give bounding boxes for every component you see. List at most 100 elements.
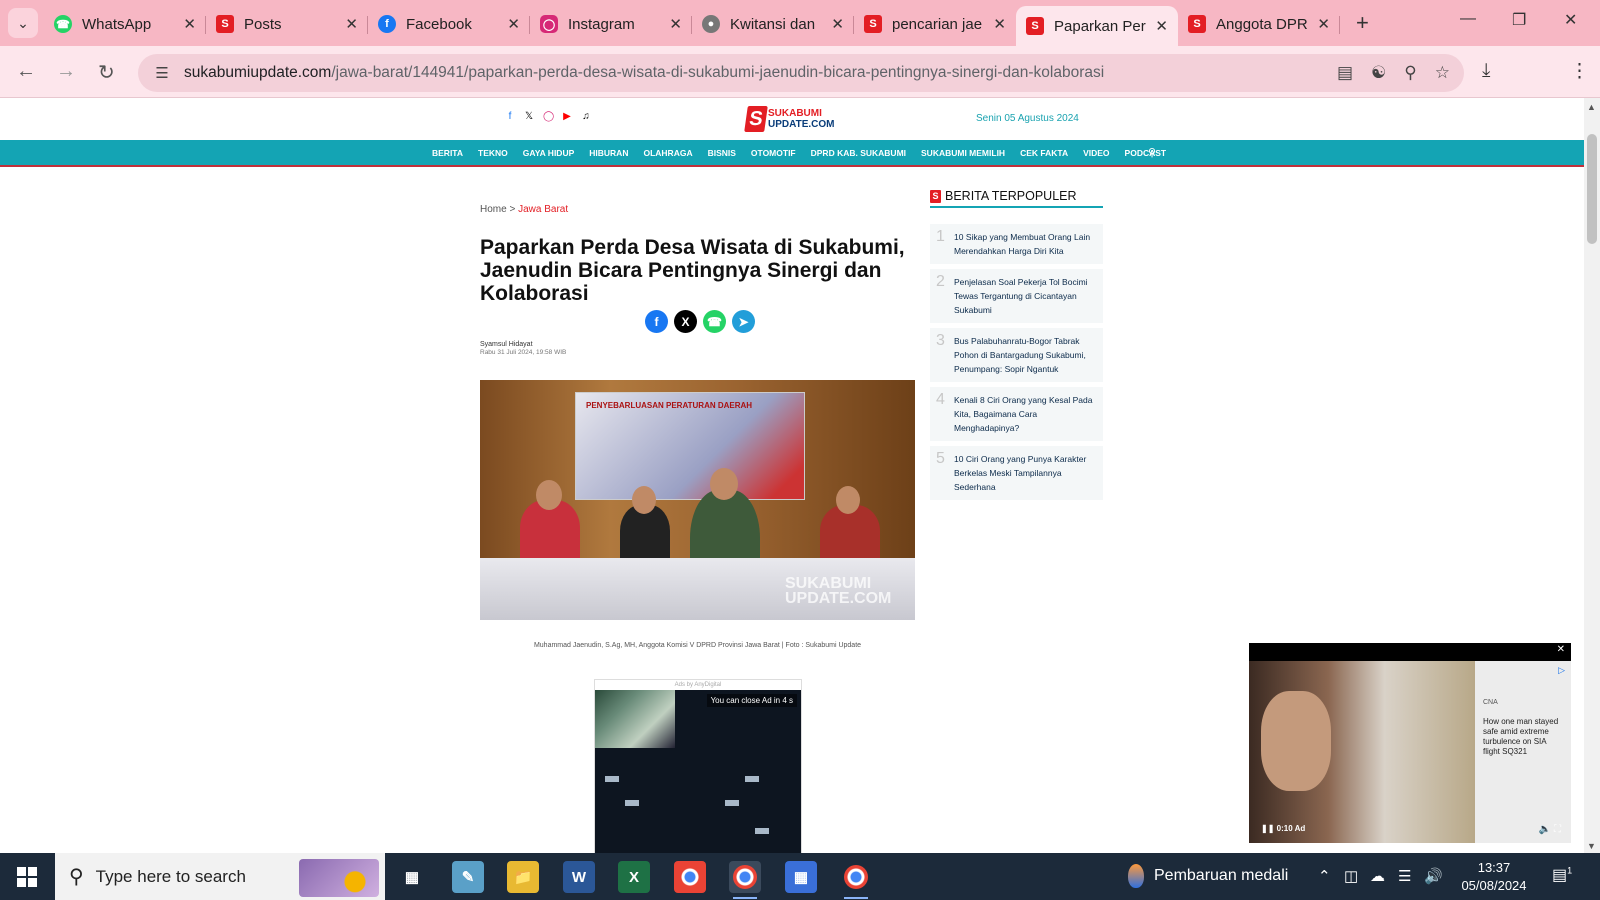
tab-posts[interactable]: S Posts ✕ xyxy=(206,6,368,42)
nav-video[interactable]: VIDEO xyxy=(1083,148,1109,158)
reload-button[interactable]: ↻ xyxy=(98,60,115,85)
nav-hiburan[interactable]: HIBURAN xyxy=(589,148,628,158)
nav-olahraga[interactable]: OLAHRAGA xyxy=(643,148,692,158)
nav-tekno[interactable]: TEKNO xyxy=(478,148,508,158)
tab-paparkan[interactable]: S Paparkan Per ✕ xyxy=(1016,6,1178,46)
install-app-icon[interactable]: ▤ xyxy=(1337,63,1353,83)
nav-otomotif[interactable]: OTOMOTIF xyxy=(751,148,796,158)
menu-kebab-icon[interactable]: ⋮ xyxy=(1570,60,1589,83)
telegram-share-icon[interactable]: ➤ xyxy=(732,310,755,333)
chrome-icon[interactable] xyxy=(674,861,706,893)
breadcrumb-home[interactable]: Home xyxy=(480,204,507,215)
x-share-icon[interactable]: X xyxy=(674,310,697,333)
mute-icon[interactable]: 🔈 xyxy=(1539,824,1551,835)
task-view-icon[interactable]: ▦ xyxy=(396,861,428,893)
weather-notification[interactable]: Pembaruan medali xyxy=(1128,864,1288,888)
ad-image[interactable]: You can close Ad in 4 s xyxy=(595,690,801,853)
new-tab-button[interactable]: + xyxy=(1356,10,1369,36)
popular-item[interactable]: 2 Penjelasan Soal Pekerja Tol Bocimi Tewa… xyxy=(930,269,1103,323)
tab-instagram[interactable]: ◯ Instagram ✕ xyxy=(530,6,692,42)
instagram-icon[interactable]: ◯ xyxy=(543,112,554,122)
x-icon[interactable]: 𝕏 xyxy=(524,112,534,122)
calculator-icon[interactable]: ▦ xyxy=(785,861,817,893)
facebook-icon[interactable]: f xyxy=(505,112,515,122)
nav-berita[interactable]: BERITA xyxy=(432,148,463,158)
tab-anggota[interactable]: S Anggota DPR ✕ xyxy=(1178,6,1340,42)
article-author[interactable]: Syamsul Hidayat xyxy=(480,341,533,348)
vertical-scrollbar[interactable]: ▲ ▼ xyxy=(1584,98,1600,853)
popular-item[interactable]: 4 Kenali 8 Ciri Orang yang Kesal Pada Kit… xyxy=(930,387,1103,441)
chevron-up-icon[interactable]: ⌃ xyxy=(1318,867,1331,885)
nav-cek-fakta[interactable]: CEK FAKTA xyxy=(1020,148,1068,158)
search-icon[interactable]: ⚲ xyxy=(1148,146,1156,159)
pause-icon[interactable]: ❚❚ xyxy=(1261,824,1274,833)
site-logo[interactable]: S SUKABUMI UPDATE.COM xyxy=(744,106,834,132)
floating-video-ad[interactable]: ✕ ▷ CNA How one man stayed safe amid ext… xyxy=(1249,643,1571,843)
tab-facebook[interactable]: f Facebook ✕ xyxy=(368,6,530,42)
nav-podcast[interactable]: PODCAST xyxy=(1125,148,1167,158)
facebook-share-icon[interactable]: f xyxy=(645,310,668,333)
close-icon[interactable]: ✕ xyxy=(669,15,682,33)
close-icon[interactable]: ✕ xyxy=(1155,17,1168,35)
video-sidepanel[interactable]: ▷ CNA How one man stayed safe amid extre… xyxy=(1475,661,1571,843)
nav-dprd[interactable]: DPRD KAB. SUKABUMI xyxy=(811,148,906,158)
address-bar[interactable]: ☰ sukabumiupdate.com/jawa-barat/144941/p… xyxy=(138,54,1464,92)
fullscreen-icon[interactable]: ⛶ xyxy=(1554,824,1561,835)
popular-news: S BERITA TERPOPULER 1 10 Sikap yang Membu… xyxy=(930,186,1103,505)
file-explorer-icon[interactable]: 📁 xyxy=(507,861,539,893)
popular-item[interactable]: 1 10 Sikap yang Membuat Orang Lain Merend… xyxy=(930,224,1103,264)
close-icon[interactable]: ✕ xyxy=(1557,644,1565,655)
minimize-button[interactable]: — xyxy=(1460,10,1476,28)
popular-item[interactable]: 3 Bus Palabuhanratu-Bogor Tabrak Pohon di… xyxy=(930,328,1103,382)
nav-gaya-hidup[interactable]: GAYA HIDUP xyxy=(523,148,575,158)
tab-pencarian[interactable]: S pencarian jae ✕ xyxy=(854,6,1016,42)
inline-ad[interactable]: Ads by AnyDigital You can close Ad in 4 … xyxy=(594,679,802,853)
window-close-button[interactable]: ✕ xyxy=(1564,10,1577,30)
zoom-icon[interactable]: ⚲ xyxy=(1404,63,1416,83)
tab-kwitansi[interactable]: ● Kwitansi dan ✕ xyxy=(692,6,854,42)
tiktok-icon[interactable]: ♫ xyxy=(581,112,591,122)
back-button[interactable]: ← xyxy=(16,60,36,83)
video-controls[interactable]: ❚❚ 0:10 Ad xyxy=(1261,824,1305,833)
url-text[interactable]: sukabumiupdate.com/jawa-barat/144941/pap… xyxy=(184,64,1104,82)
breadcrumb-current[interactable]: Jawa Barat xyxy=(518,204,568,215)
video-frame[interactable] xyxy=(1249,661,1475,843)
wifi-icon[interactable]: ☰ xyxy=(1398,867,1411,885)
volume-icon[interactable]: 🔊 xyxy=(1424,867,1443,885)
close-icon[interactable]: ✕ xyxy=(1317,15,1330,33)
taskbar-search[interactable]: ⚲ Type here to search xyxy=(55,853,385,900)
youtube-icon[interactable]: ▶ xyxy=(562,112,572,122)
download-icon[interactable]: ⤓ xyxy=(1482,60,1490,82)
translate-icon[interactable]: ☯ xyxy=(1371,63,1386,83)
close-icon[interactable]: ✕ xyxy=(183,15,196,33)
adchoices-icon[interactable]: ▷ xyxy=(1558,665,1565,676)
excel-icon[interactable]: X xyxy=(618,861,650,893)
notification-center-icon[interactable]: ▤1 xyxy=(1552,865,1572,885)
close-icon[interactable]: ✕ xyxy=(507,15,520,33)
close-icon[interactable]: ✕ xyxy=(831,15,844,33)
windows-start-icon[interactable] xyxy=(17,867,37,887)
chrome-profile-icon[interactable] xyxy=(840,861,872,899)
scroll-thumb[interactable] xyxy=(1587,134,1597,244)
video-headline[interactable]: How one man stayed safe amid extreme tur… xyxy=(1483,717,1565,757)
tab-whatsapp[interactable]: ☎ WhatsApp ✕ xyxy=(44,6,206,42)
nav-sukabumi-memilih[interactable]: SUKABUMI MEMILIH xyxy=(921,148,1005,158)
whatsapp-share-icon[interactable]: ☎ xyxy=(703,310,726,333)
nav-bisnis[interactable]: BISNIS xyxy=(708,148,736,158)
restore-button[interactable]: ❐ xyxy=(1512,10,1526,30)
system-clock[interactable]: 13:37 05/08/2024 xyxy=(1454,859,1534,895)
scroll-down-icon[interactable]: ▼ xyxy=(1587,841,1596,851)
device-icon[interactable]: ◫ xyxy=(1344,867,1358,885)
onedrive-icon[interactable]: ☁ xyxy=(1370,867,1385,885)
forward-button[interactable]: → xyxy=(56,60,76,83)
word-icon[interactable]: W xyxy=(563,861,595,893)
notepad-icon[interactable]: ✎ xyxy=(452,861,484,893)
site-info-icon[interactable]: ☰ xyxy=(148,64,176,82)
tab-search-dropdown[interactable]: ⌄ xyxy=(8,8,38,38)
close-icon[interactable]: ✕ xyxy=(993,15,1006,33)
chrome-active-icon[interactable] xyxy=(729,861,761,899)
close-icon[interactable]: ✕ xyxy=(345,15,358,33)
scroll-up-icon[interactable]: ▲ xyxy=(1587,102,1596,112)
bookmark-star-icon[interactable]: ☆ xyxy=(1435,63,1450,83)
popular-item[interactable]: 5 10 Ciri Orang yang Punya Karakter Berke… xyxy=(930,446,1103,500)
